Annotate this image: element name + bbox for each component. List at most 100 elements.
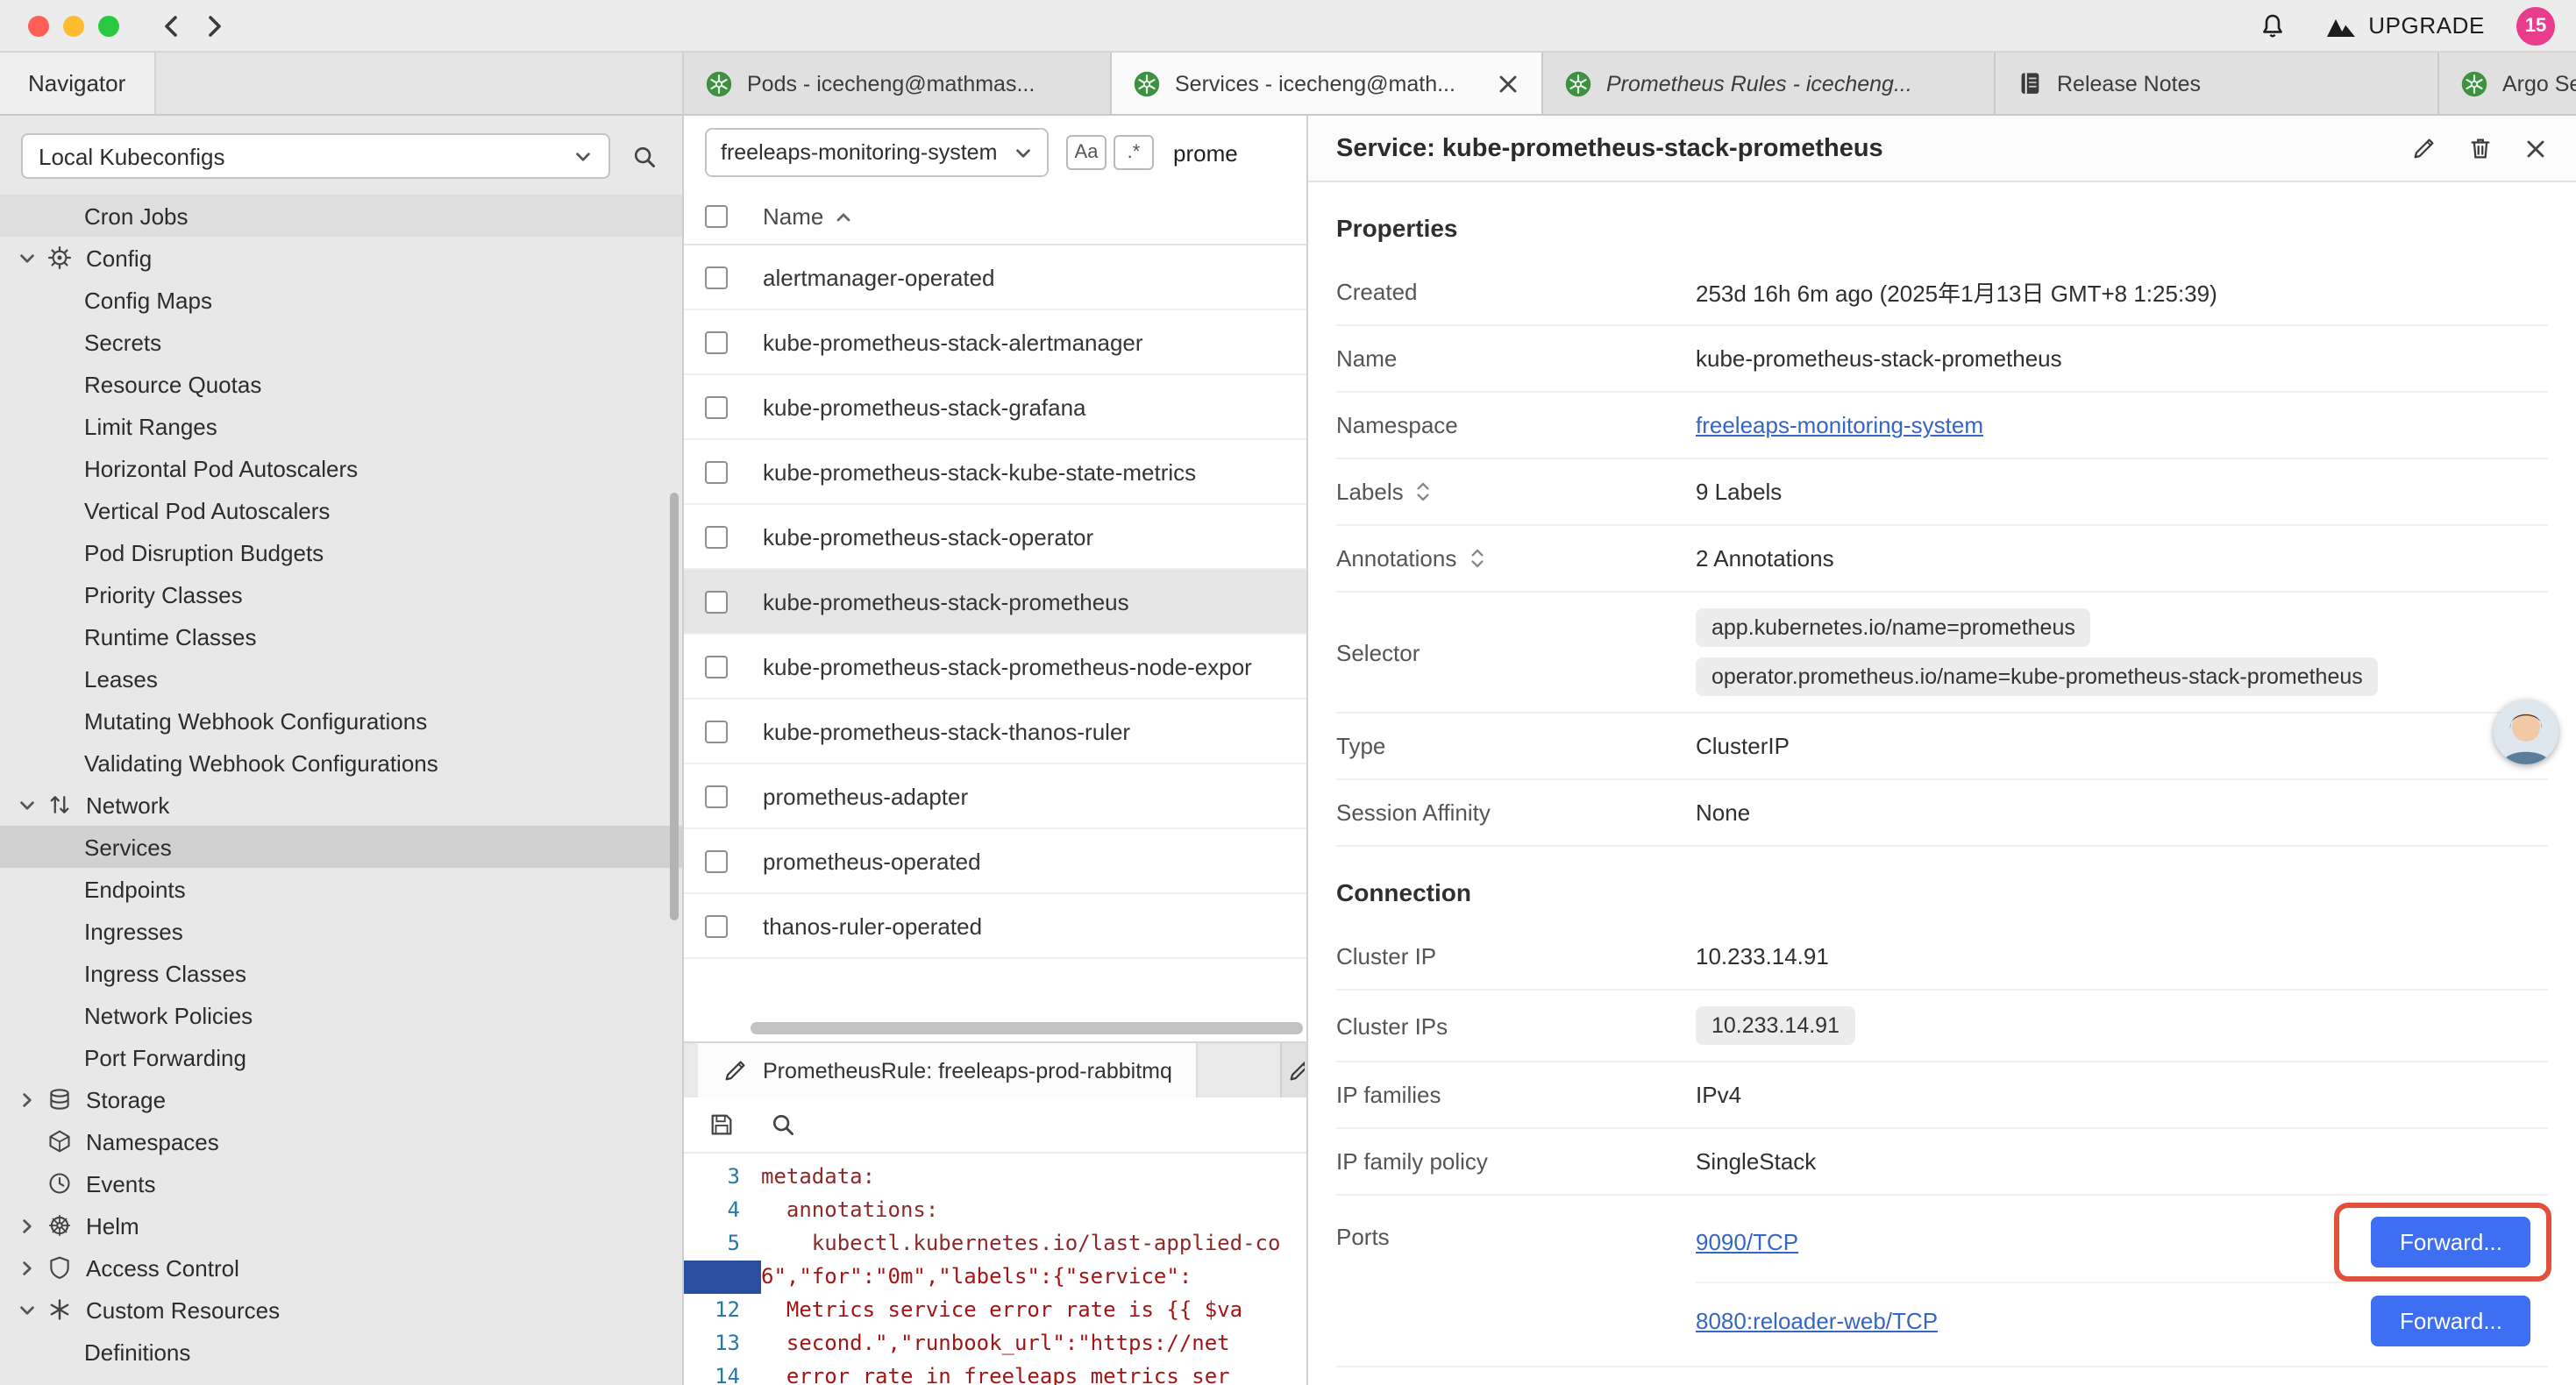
sidebar-item-ingress-classes[interactable]: Ingress Classes — [0, 952, 682, 994]
sidebar-item-helm[interactable]: Helm — [0, 1204, 682, 1246]
sidebar-item-horizontal-pod-autoscalers[interactable]: Horizontal Pod Autoscalers — [0, 447, 682, 489]
close-window-button[interactable] — [28, 15, 49, 36]
yaml-editor[interactable]: 3metadata:4 annotations:5 kubectl.kubern… — [684, 1154, 1306, 1385]
sidebar-item-cron-jobs[interactable]: Cron Jobs — [0, 195, 682, 237]
editor-line[interactable]: 6","for":"0m","labels":{"service": — [684, 1261, 1306, 1294]
notifications-bell-icon[interactable] — [2251, 4, 2293, 46]
row-checkbox[interactable] — [705, 655, 728, 678]
row-checkbox[interactable] — [705, 266, 728, 288]
horizontal-scrollbar[interactable] — [751, 1022, 1303, 1034]
sidebar-item-services[interactable]: Services — [0, 826, 682, 868]
table-row-kube-prometheus-stack-prometheus[interactable]: kube-prometheus-stack-prometheus — [684, 570, 1306, 635]
sidebar-item-runtime-classes[interactable]: Runtime Classes — [0, 615, 682, 657]
tab-label: Prometheus Rules - icecheng... — [1606, 71, 1912, 96]
table-row-prometheus-operated[interactable]: prometheus-operated — [684, 829, 1306, 894]
match-case-toggle[interactable]: Aa — [1066, 135, 1107, 170]
sidebar-item-storage[interactable]: Storage — [0, 1078, 682, 1120]
tab-argo-se[interactable]: Argo Se — [2439, 53, 2576, 114]
back-icon[interactable] — [151, 4, 193, 46]
table-row-kube-prometheus-stack-alertmanag[interactable]: kube-prometheus-stack-alertmanager — [684, 310, 1306, 375]
minimize-window-button[interactable] — [63, 15, 84, 36]
search-input[interactable]: Aa .* prome — [1066, 135, 1285, 170]
forward-button[interactable]: Forward... — [2372, 1296, 2530, 1346]
namespace-select[interactable]: freeleaps-monitoring-system — [705, 128, 1049, 177]
forward-icon[interactable] — [193, 4, 235, 46]
sidebar-item-access-control[interactable]: Access Control — [0, 1246, 682, 1289]
port-link[interactable]: 9090/TCP — [1696, 1229, 1798, 1255]
sidebar-item-network-policies[interactable]: Network Policies — [0, 994, 682, 1036]
sidebar-item-secrets[interactable]: Secrets — [0, 321, 682, 363]
sidebar-item-limit-ranges[interactable]: Limit Ranges — [0, 405, 682, 447]
row-checkbox[interactable] — [705, 460, 728, 483]
sidebar-scrollbar[interactable] — [670, 493, 679, 920]
sidebar-item-validating-webhook-configuration[interactable]: Validating Webhook Configurations — [0, 742, 682, 784]
sidebar-item-mutating-webhook-configurations[interactable]: Mutating Webhook Configurations — [0, 700, 682, 742]
editor-search-icon[interactable] — [770, 1112, 796, 1138]
row-checkbox[interactable] — [705, 720, 728, 742]
upgrade-button[interactable]: UPGRADE — [2324, 12, 2485, 39]
table-row-kube-prometheus-stack-grafana[interactable]: kube-prometheus-stack-grafana — [684, 375, 1306, 440]
table-row-prometheus-adapter[interactable]: prometheus-adapter — [684, 764, 1306, 829]
editor-line[interactable]: 13 second.","runbook_url":"https://net — [684, 1327, 1306, 1360]
table-row-kube-prometheus-stack-kube-state[interactable]: kube-prometheus-stack-kube-state-metrics — [684, 440, 1306, 505]
regex-toggle[interactable]: .* — [1114, 135, 1154, 170]
tab-release-notes[interactable]: Release Notes — [1996, 53, 2439, 114]
row-checkbox[interactable] — [705, 395, 728, 418]
editor-line[interactable]: 3metadata: — [684, 1161, 1306, 1194]
sidebar-item-config[interactable]: Config — [0, 237, 682, 279]
delete-service-icon[interactable] — [2467, 135, 2494, 161]
sidebar-item-namespaces[interactable]: Namespaces — [0, 1120, 682, 1162]
user-avatar[interactable] — [2494, 700, 2558, 764]
chevron-down-icon — [18, 795, 47, 814]
sidebar-item-priority-classes[interactable]: Priority Classes — [0, 573, 682, 615]
table-row-kube-prometheus-stack-prometheus[interactable]: kube-prometheus-stack-prometheus-node-ex… — [684, 635, 1306, 700]
forward-button[interactable]: Forward... — [2372, 1217, 2530, 1268]
table-row-kube-prometheus-stack-thanos-rul[interactable]: kube-prometheus-stack-thanos-ruler — [684, 700, 1306, 764]
row-checkbox[interactable] — [705, 785, 728, 807]
sidebar-item-events[interactable]: Events — [0, 1162, 682, 1204]
namespace-link[interactable]: freeleaps-monitoring-system — [1696, 412, 1983, 438]
sidebar-item-ingresses[interactable]: Ingresses — [0, 910, 682, 952]
notification-count-badge[interactable]: 15 — [2516, 6, 2555, 45]
dock-tab-partial[interactable] — [1280, 1043, 1306, 1097]
table-row-alertmanager-operated[interactable]: alertmanager-operated — [684, 245, 1306, 310]
row-checkbox[interactable] — [705, 525, 728, 548]
table-row-kube-prometheus-stack-operator[interactable]: kube-prometheus-stack-operator — [684, 505, 1306, 570]
save-icon[interactable] — [708, 1112, 735, 1138]
select-all-checkbox[interactable] — [705, 205, 728, 228]
name-column-header[interactable]: Name — [763, 203, 851, 230]
row-checkbox[interactable] — [705, 330, 728, 353]
service-name: prometheus-adapter — [763, 783, 968, 809]
edit-service-icon[interactable] — [2411, 135, 2437, 161]
row-checkbox[interactable] — [705, 590, 728, 613]
editor-line[interactable]: 5 kubectl.kubernetes.io/last-applied-co — [684, 1227, 1306, 1261]
tab-services-icecheng-math[interactable]: Services - icecheng@math... — [1112, 53, 1543, 114]
sidebar-item-leases[interactable]: Leases — [0, 657, 682, 700]
sidebar-search-icon[interactable] — [631, 143, 658, 169]
row-checkbox[interactable] — [705, 914, 728, 937]
sidebar-item-vertical-pod-autoscalers[interactable]: Vertical Pod Autoscalers — [0, 489, 682, 531]
close-panel-icon[interactable] — [2523, 136, 2548, 160]
tab-prometheus-rules-icecheng[interactable]: Prometheus Rules - icecheng... — [1543, 53, 1996, 114]
zoom-window-button[interactable] — [98, 15, 119, 36]
tab-pods-icecheng-mathmas[interactable]: Pods - icecheng@mathmas... — [684, 53, 1112, 114]
sidebar-item-resource-quotas[interactable]: Resource Quotas — [0, 363, 682, 405]
sidebar-item-definitions[interactable]: Definitions — [0, 1331, 682, 1373]
search-value[interactable]: prome — [1173, 139, 1238, 166]
navigator-tab[interactable]: Navigator — [0, 53, 155, 114]
sidebar-item-endpoints[interactable]: Endpoints — [0, 868, 682, 910]
sidebar-item-port-forwarding[interactable]: Port Forwarding — [0, 1036, 682, 1078]
editor-line[interactable]: 14 error rate in freeleaps metrics ser — [684, 1360, 1306, 1385]
sidebar-item-config-maps[interactable]: Config Maps — [0, 279, 682, 321]
table-row-thanos-ruler-operated[interactable]: thanos-ruler-operated — [684, 894, 1306, 959]
editor-line[interactable]: 4 annotations: — [684, 1194, 1306, 1227]
row-checkbox[interactable] — [705, 849, 728, 872]
editor-line[interactable]: 12 Metrics service error rate is {{ $va — [684, 1294, 1306, 1327]
close-tab-icon[interactable] — [1496, 71, 1520, 96]
sidebar-item-custom-resources[interactable]: Custom Resources — [0, 1289, 682, 1331]
port-link[interactable]: 8080:reloader-web/TCP — [1696, 1308, 1938, 1334]
kubeconfig-select[interactable]: Local Kubeconfigs — [21, 133, 610, 179]
sidebar-item-pod-disruption-budgets[interactable]: Pod Disruption Budgets — [0, 531, 682, 573]
sidebar-item-network[interactable]: Network — [0, 784, 682, 826]
dock-tab-prometheusrule[interactable]: PrometheusRule: freeleaps-prod-rabbitmq — [698, 1043, 1199, 1097]
